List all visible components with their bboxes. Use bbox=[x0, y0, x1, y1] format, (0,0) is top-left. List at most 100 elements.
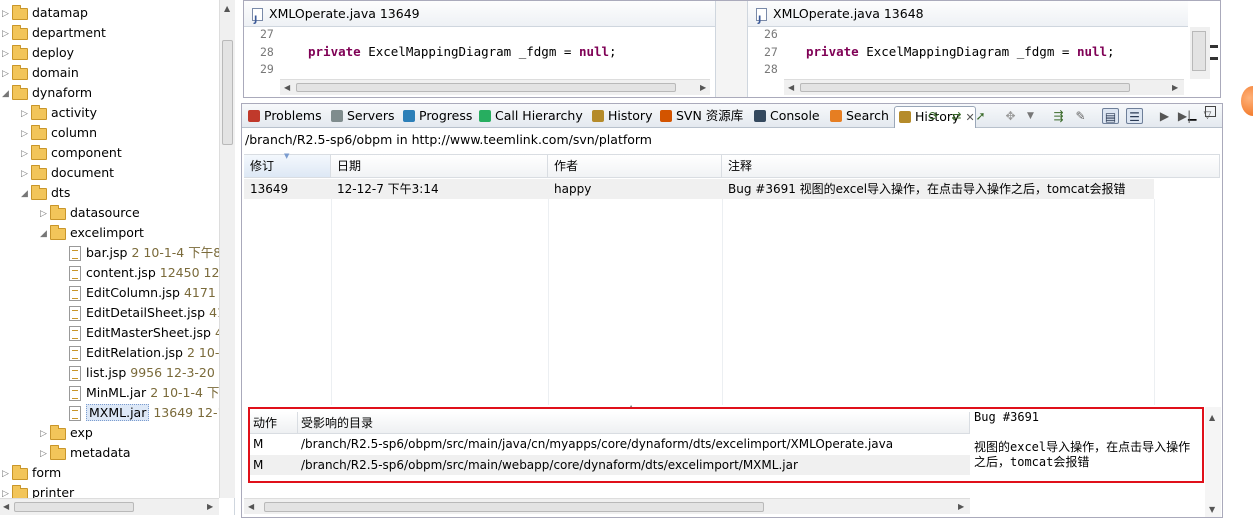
show-comment-icon[interactable]: ▤ bbox=[1102, 108, 1119, 124]
show-paths-icon[interactable]: ☰ bbox=[1126, 108, 1143, 124]
next-icon[interactable]: ▶ bbox=[1156, 108, 1173, 124]
scroll-right-icon[interactable]: ▶ bbox=[1172, 83, 1178, 92]
tab-progress[interactable]: Progress bbox=[399, 106, 472, 128]
scroll-thumb[interactable] bbox=[296, 83, 676, 92]
tree-folder[interactable]: ▷ domain bbox=[2, 63, 79, 83]
tree-folder[interactable]: ▷ form bbox=[2, 463, 61, 483]
compare-left-hscroll[interactable]: ◀ ▶ bbox=[280, 79, 710, 95]
scroll-down-icon[interactable]: ▼ bbox=[1209, 505, 1215, 514]
compare-mode-icon[interactable]: ✥ bbox=[1002, 108, 1019, 124]
tab-problems[interactable]: Problems bbox=[244, 106, 322, 128]
scroll-up-icon[interactable]: ▲ bbox=[1209, 413, 1215, 422]
path-row-path[interactable]: /branch/R2.5-sp6/obpm/src/main/webapp/co… bbox=[298, 455, 970, 475]
scroll-thumb[interactable] bbox=[222, 40, 233, 145]
compare-right-title[interactable]: XMLOperate.java 13648 bbox=[748, 1, 1188, 33]
tree-folder[interactable]: ▷ column bbox=[21, 123, 97, 143]
scroll-thumb[interactable] bbox=[264, 502, 764, 512]
tab-servers[interactable]: Servers bbox=[327, 106, 395, 128]
tab-history[interactable]: History bbox=[588, 106, 652, 128]
tab-svn[interactable]: SVN 资源库 bbox=[656, 106, 743, 128]
tree-folder[interactable]: ▷ datamap bbox=[2, 3, 88, 23]
link-editor-icon[interactable]: ⇄ bbox=[948, 108, 965, 124]
expanded-arrow-icon[interactable]: ◢ bbox=[21, 184, 31, 204]
scroll-thumb[interactable] bbox=[1192, 31, 1206, 71]
revision-comment[interactable]: Bug #3691 视图的excel导入操作，在点击导入操作之后，tomcat会… bbox=[972, 409, 1204, 481]
tree-folder[interactable]: ▷ deploy bbox=[2, 43, 74, 63]
tree-folder[interactable]: ▷ activity bbox=[21, 103, 97, 123]
diff-marker-icon[interactable] bbox=[1210, 45, 1218, 48]
pin-icon[interactable]: ➚ bbox=[972, 108, 989, 124]
tree-file[interactable]: EditDetailSheet.jsp417 bbox=[59, 303, 233, 323]
tree-file[interactable]: EditMasterSheet.jsp4 bbox=[59, 323, 223, 343]
tree-vscroll[interactable]: ▲ bbox=[219, 0, 235, 498]
floating-orange-badge[interactable] bbox=[1241, 86, 1253, 116]
collapsed-arrow-icon[interactable]: ▷ bbox=[40, 444, 50, 464]
collapsed-arrow-icon[interactable]: ▷ bbox=[21, 144, 31, 164]
column-header-author[interactable]: 作者 bbox=[548, 155, 722, 178]
expanded-arrow-icon[interactable]: ◢ bbox=[40, 224, 50, 244]
path-row-action[interactable]: M bbox=[250, 434, 298, 454]
diff-marker-icon[interactable] bbox=[1210, 57, 1218, 60]
tree-file[interactable]: list.jsp 9956 12-3-20 bbox=[59, 363, 215, 383]
tab-console[interactable]: Console bbox=[750, 106, 820, 128]
compare-left-title[interactable]: XMLOperate.java 13649 bbox=[244, 1, 715, 33]
expanded-arrow-icon[interactable]: ◢ bbox=[2, 84, 12, 104]
table-row-revision[interactable]: 13649 bbox=[244, 179, 331, 199]
table-row-comment[interactable]: Bug #3691 视图的excel导入操作，在点击导入操作之后，tomcat会… bbox=[722, 179, 1154, 199]
column-header-action[interactable]: 动作 bbox=[250, 412, 298, 434]
compare-right-hscroll[interactable]: ◀ ▶ bbox=[784, 79, 1184, 95]
scroll-right-icon[interactable]: ▶ bbox=[700, 83, 706, 92]
table-row-date[interactable]: 12-12-7 下午3:14 bbox=[331, 179, 548, 199]
path-row-path[interactable]: /branch/R2.5-sp6/obpm/src/main/java/cn/m… bbox=[298, 434, 970, 454]
paths-hscroll[interactable]: ◀ ▶ bbox=[244, 498, 970, 514]
tree-file[interactable]: bar.jsp 2 10-1-4 下午8 bbox=[59, 243, 221, 263]
collapsed-arrow-icon[interactable]: ▷ bbox=[2, 24, 12, 44]
tree-folder[interactable]: ▷ department bbox=[2, 23, 106, 43]
scroll-right-icon[interactable]: ▶ bbox=[207, 502, 213, 511]
collapsed-arrow-icon[interactable]: ▷ bbox=[40, 204, 50, 224]
scroll-left-icon[interactable]: ◀ bbox=[3, 502, 9, 511]
tree-folder[interactable]: ▷ metadata bbox=[40, 443, 131, 463]
scroll-thumb[interactable] bbox=[800, 83, 1130, 92]
column-header-date[interactable]: 日期 bbox=[331, 155, 548, 178]
collapsed-arrow-icon[interactable]: ▷ bbox=[40, 424, 50, 444]
tree-file[interactable]: content.jsp 12450 12- bbox=[59, 263, 224, 283]
tree-folder[interactable]: ▷ document bbox=[21, 163, 114, 183]
collapsed-arrow-icon[interactable]: ▷ bbox=[2, 64, 12, 84]
collapsed-arrow-icon[interactable]: ▷ bbox=[2, 4, 12, 24]
tree-hscroll[interactable]: ◀ ▶ bbox=[0, 498, 219, 515]
tree-folder[interactable]: ▷ exp bbox=[40, 423, 93, 443]
scroll-up-icon[interactable]: ▲ bbox=[224, 4, 230, 13]
scroll-left-icon[interactable]: ◀ bbox=[284, 83, 290, 92]
collapsed-arrow-icon[interactable]: ▷ bbox=[21, 124, 31, 144]
collapsed-arrow-icon[interactable]: ▷ bbox=[2, 464, 12, 484]
table-row-author[interactable]: happy bbox=[548, 179, 722, 199]
last-icon[interactable]: ▶| bbox=[1176, 108, 1193, 124]
compare-right-vscroll[interactable] bbox=[1190, 27, 1210, 79]
tree-file[interactable]: MinML.jar 2 10-1-4 下 bbox=[59, 383, 219, 403]
compare-right-code[interactable]: 26 27 28 private ExcelMappingDiagram _fd… bbox=[748, 27, 1188, 79]
tab-search[interactable]: Search bbox=[826, 106, 889, 128]
tree-file[interactable]: EditColumn.jsp 4171 bbox=[59, 283, 216, 303]
dropdown-icon[interactable]: ▼ bbox=[1022, 108, 1039, 124]
view-menu-icon[interactable]: ▽ bbox=[1199, 108, 1216, 124]
compare-left-code[interactable]: 27 28 29 private ExcelMappingDiagram _fd… bbox=[244, 27, 715, 79]
tree-folder[interactable]: ◢ excelimport bbox=[40, 223, 144, 243]
scroll-right-icon[interactable]: ▶ bbox=[958, 502, 964, 511]
scroll-thumb[interactable] bbox=[14, 502, 134, 512]
tree-file[interactable]: MXML.jar 13649 12-1 bbox=[59, 403, 225, 423]
tree-folder[interactable]: ▷ component bbox=[21, 143, 122, 163]
filter-icon[interactable]: ⇶ bbox=[1050, 108, 1067, 124]
scroll-left-icon[interactable]: ◀ bbox=[248, 502, 254, 511]
column-header-comment[interactable]: 注释 bbox=[722, 155, 1220, 178]
tab-call-hierarchy[interactable]: Call Hierarchy bbox=[475, 106, 583, 128]
tree-folder[interactable]: ▷ datasource bbox=[40, 203, 140, 223]
tree-folder[interactable]: ◢ dts bbox=[21, 183, 70, 203]
refresh-icon[interactable]: ⟳ bbox=[925, 108, 942, 124]
collapsed-arrow-icon[interactable]: ▷ bbox=[21, 164, 31, 184]
comment-vscroll[interactable]: ▲ ▼ bbox=[1205, 407, 1221, 517]
column-header-affected-path[interactable]: 受影响的目录 bbox=[298, 412, 970, 434]
collapsed-arrow-icon[interactable]: ▷ bbox=[21, 104, 31, 124]
clear-icon[interactable]: ✎ bbox=[1072, 108, 1089, 124]
scroll-left-icon[interactable]: ◀ bbox=[788, 83, 794, 92]
